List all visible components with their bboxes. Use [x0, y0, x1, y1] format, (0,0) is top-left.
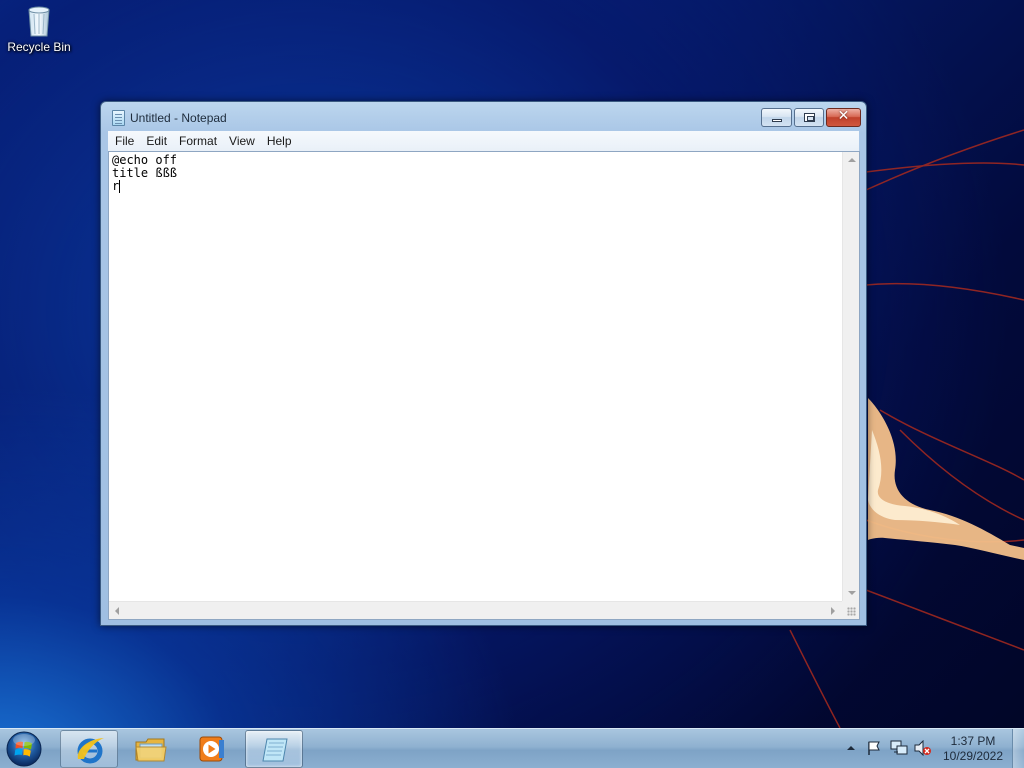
folder-icon [135, 738, 167, 762]
window-title: Untitled - Notepad [130, 111, 227, 125]
editor-client-area: @echo off title ßßß r [108, 151, 860, 620]
clock-time: 1:37 PM [950, 734, 996, 748]
close-icon: ✕ [837, 108, 850, 124]
text-line: @echo off [112, 153, 178, 167]
minimize-icon [772, 119, 782, 122]
desktop-icon-recycle-bin[interactable]: Recycle Bin [4, 4, 74, 64]
maximize-icon [804, 113, 815, 122]
notepad-window[interactable]: Untitled - Notepad ✕ File Edit Format Vi… [100, 101, 867, 626]
action-center-flag-icon[interactable] [866, 740, 882, 756]
taskbar-item-media-player[interactable] [182, 730, 240, 768]
menu-file[interactable]: File [108, 131, 140, 151]
show-hidden-icons-chevron[interactable] [846, 744, 856, 752]
text-editor[interactable]: @echo off title ßßß r [109, 152, 842, 601]
menu-format[interactable]: Format [173, 131, 223, 151]
horizontal-scrollbar[interactable] [109, 601, 842, 619]
internet-explorer-icon [77, 738, 104, 764]
windows-orb-icon [6, 731, 42, 767]
menu-help[interactable]: Help [261, 131, 298, 151]
show-desktop-button[interactable] [1012, 729, 1024, 768]
menu-bar: File Edit Format View Help [108, 131, 859, 151]
text-caret [119, 180, 121, 193]
scroll-right-arrow-icon[interactable] [831, 607, 835, 615]
text-line-current: r [112, 180, 842, 193]
menu-view[interactable]: View [223, 131, 261, 151]
taskbar-item-windows-explorer[interactable] [121, 730, 179, 768]
taskbar-item-internet-explorer[interactable] [60, 730, 118, 768]
menu-edit[interactable]: Edit [140, 131, 173, 151]
taskbar-item-notepad[interactable] [245, 730, 303, 768]
recycle-bin-icon [28, 6, 50, 37]
text-line: r [112, 179, 120, 193]
system-clock[interactable]: 1:37 PM 10/29/2022 [936, 734, 1010, 764]
system-tray: 1:37 PM 10/29/2022 [840, 729, 1024, 768]
volume-muted-icon[interactable] [914, 740, 932, 756]
text-line: title ßßß [112, 166, 178, 180]
resize-corner[interactable] [842, 601, 859, 619]
scroll-up-arrow-icon[interactable] [848, 158, 856, 162]
close-button[interactable]: ✕ [826, 108, 861, 127]
clock-date: 10/29/2022 [942, 749, 1004, 763]
desktop-icon-label: Recycle Bin [7, 40, 71, 54]
scroll-left-arrow-icon[interactable] [115, 607, 119, 615]
media-player-icon [199, 736, 224, 762]
minimize-button[interactable] [761, 108, 792, 127]
maximize-button[interactable] [794, 108, 824, 127]
notepad-icon [112, 110, 125, 126]
scroll-down-arrow-icon[interactable] [848, 591, 856, 595]
title-bar[interactable]: Untitled - Notepad ✕ [101, 102, 866, 132]
resize-grip-icon[interactable] [847, 607, 856, 616]
start-button[interactable] [4, 729, 50, 768]
notepad-icon [262, 738, 288, 762]
taskbar: 1:37 PM 10/29/2022 [0, 728, 1024, 768]
vertical-scrollbar[interactable] [842, 152, 859, 601]
network-icon[interactable] [890, 740, 908, 756]
